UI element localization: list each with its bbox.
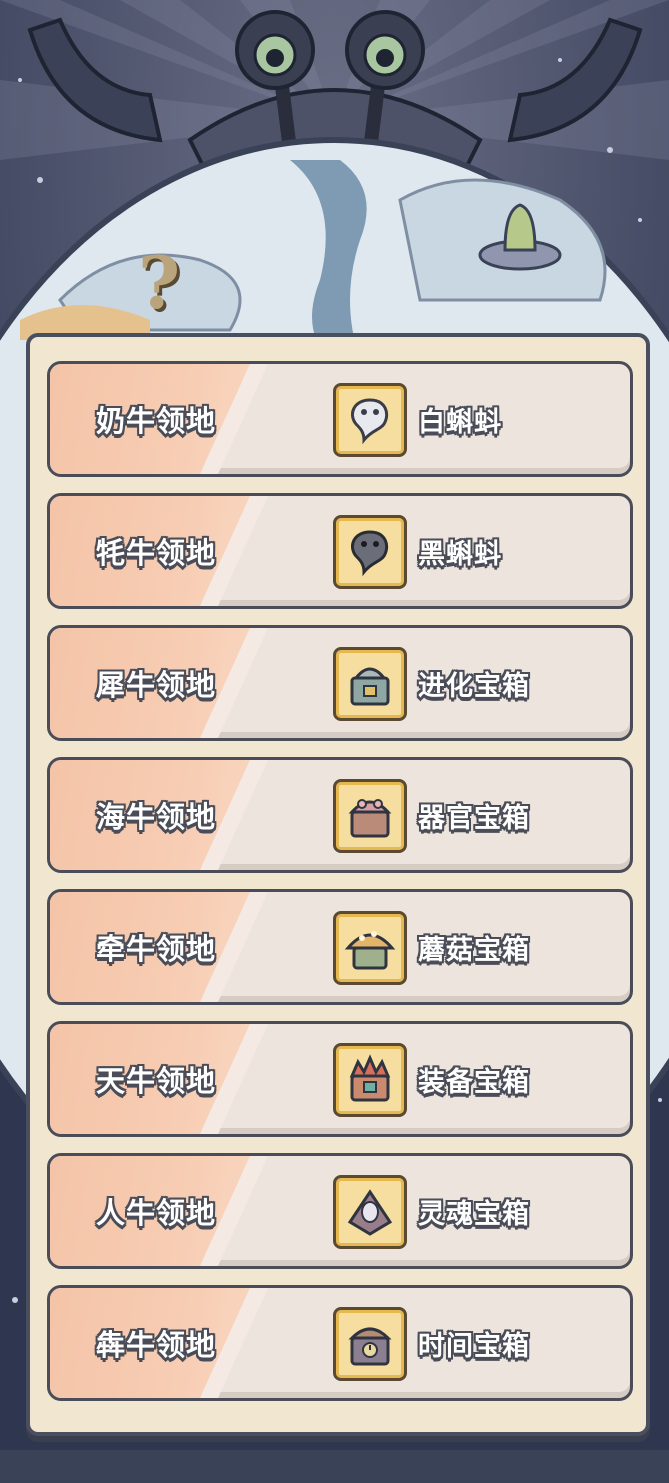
territory-row[interactable]: 犀牛领地 进化宝箱 bbox=[47, 625, 633, 741]
mushroom-chest-icon bbox=[333, 911, 407, 985]
reward-name: 时间宝箱 bbox=[418, 1330, 530, 1362]
reward-name: 进化宝箱 bbox=[418, 670, 530, 702]
territory-row[interactable]: 牦牛领地 黑蝌蚪 bbox=[47, 493, 633, 609]
territory-name: 牦牛领地 bbox=[96, 536, 217, 570]
territory-name: 牵牛领地 bbox=[96, 932, 217, 966]
territory-row[interactable]: 海牛领地 器官宝箱 bbox=[47, 757, 633, 873]
territory-row[interactable]: 犇牛领地 时间宝箱 bbox=[47, 1285, 633, 1401]
territory-row[interactable]: 奶牛领地 白蝌蚪 bbox=[47, 361, 633, 477]
territory-name: 海牛领地 bbox=[96, 800, 217, 834]
territory-name: 人牛领地 bbox=[96, 1196, 217, 1230]
territory-name: 犀牛领地 bbox=[96, 668, 217, 702]
territory-row[interactable]: 牵牛领地 蘑菇宝箱 bbox=[47, 889, 633, 1005]
reward-name: 黑蝌蚪 bbox=[418, 538, 502, 570]
territory-name: 犇牛领地 bbox=[96, 1328, 217, 1362]
time-chest-icon bbox=[333, 1307, 407, 1381]
territory-row[interactable]: 天牛领地 装备宝箱 bbox=[47, 1021, 633, 1137]
reward-name: 白蝌蚪 bbox=[418, 406, 502, 438]
black-tadpole-icon bbox=[333, 515, 407, 589]
territory-reward-panel: 奶牛领地 白蝌蚪 牦牛领地 黑蝌蚪 犀牛领地 进化宝箱 海牛领地 器官宝箱 牵牛… bbox=[26, 333, 650, 1436]
evolution-chest-icon bbox=[333, 647, 407, 721]
territory-name: 天牛领地 bbox=[96, 1064, 217, 1098]
organ-chest-icon bbox=[333, 779, 407, 853]
white-tadpole-icon bbox=[333, 383, 407, 457]
reward-name: 灵魂宝箱 bbox=[418, 1198, 530, 1230]
equipment-chest-icon bbox=[333, 1043, 407, 1117]
reward-name: 蘑菇宝箱 bbox=[418, 934, 530, 966]
mystery-question-mark: ? bbox=[138, 240, 181, 325]
reward-name: 器官宝箱 bbox=[418, 802, 530, 834]
soul-chest-icon bbox=[333, 1175, 407, 1249]
reward-name: 装备宝箱 bbox=[418, 1066, 530, 1098]
territory-row[interactable]: 人牛领地 灵魂宝箱 bbox=[47, 1153, 633, 1269]
territory-name: 奶牛领地 bbox=[96, 404, 217, 438]
